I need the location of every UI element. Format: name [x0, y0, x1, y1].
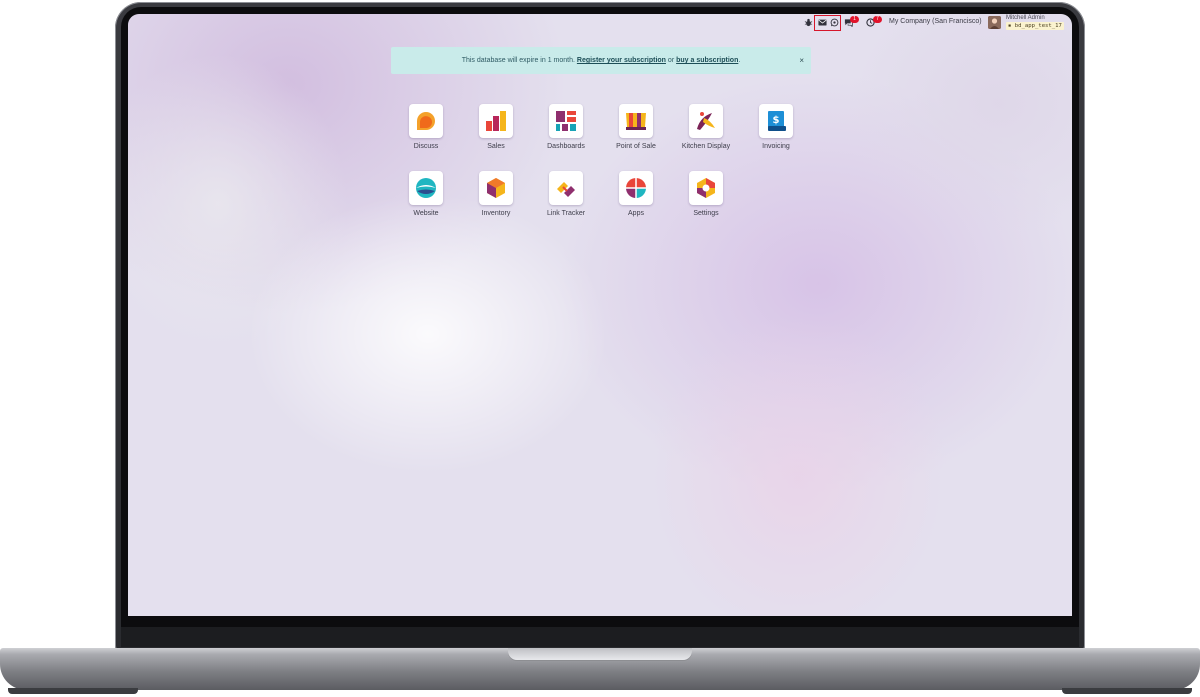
banner-text-or: or: [667, 57, 675, 64]
app-sales[interactable]: Sales: [465, 104, 527, 150]
app-label: Discuss: [413, 143, 439, 150]
company-switcher[interactable]: My Company (San Francisco): [889, 18, 982, 25]
close-banner-button[interactable]: ×: [799, 47, 804, 74]
laptop-foot: [1062, 688, 1192, 694]
app-label: Kitchen Display: [681, 143, 731, 150]
laptop-chin: [121, 627, 1079, 647]
laptop-foot: [8, 688, 138, 694]
app-label: Website: [413, 210, 439, 217]
avatar-image-icon: [988, 16, 1001, 29]
app-label: Invoicing: [762, 143, 790, 150]
app-label: Settings: [693, 210, 719, 217]
link-tracker-icon: [557, 182, 575, 197]
app-tile[interactable]: [409, 171, 443, 205]
app-link-tracker[interactable]: Link Tracker: [535, 171, 597, 217]
app-tile[interactable]: [479, 104, 513, 138]
app-discuss[interactable]: Discuss: [395, 104, 457, 150]
banner-period: .: [738, 57, 741, 64]
database-icon: ▪: [1008, 23, 1015, 29]
app-tile[interactable]: [689, 104, 723, 138]
app-tile[interactable]: $: [759, 104, 793, 138]
expiration-banner: This database will expire in 1 month. Re…: [391, 47, 811, 74]
register-subscription-link[interactable]: Register your subscription: [577, 57, 666, 64]
user-name[interactable]: Mitchell Admin: [1006, 15, 1045, 21]
svg-text:$: $: [773, 115, 780, 126]
app-label: Dashboards: [547, 143, 585, 150]
database-name: ▪ bd_app_test_17: [1006, 22, 1064, 30]
app-label: Point of Sale: [616, 143, 656, 150]
envelope-icon[interactable]: [818, 18, 827, 27]
app-label: Apps: [628, 210, 644, 217]
app-tile[interactable]: [409, 104, 443, 138]
app-invoicing[interactable]: $ Invoicing: [745, 104, 807, 150]
dashboards-icon: [556, 111, 576, 131]
app-apps[interactable]: Apps: [605, 171, 667, 217]
app-dashboards[interactable]: Dashboards: [535, 104, 597, 150]
wallpaper-shape: [648, 314, 948, 616]
whatsapp-icon[interactable]: [830, 18, 839, 27]
app-kitchen-display[interactable]: Kitchen Display: [675, 104, 737, 150]
settings-icon: [697, 178, 715, 198]
app-website[interactable]: Website: [395, 171, 457, 217]
app-tile[interactable]: [479, 171, 513, 205]
inventory-icon: [487, 178, 505, 198]
app-label: Inventory: [481, 210, 511, 217]
app-tile[interactable]: [689, 171, 723, 205]
wallpaper-shape: [248, 194, 608, 474]
database-label: bd_app_test_17: [1014, 23, 1062, 29]
avatar[interactable]: [988, 16, 1001, 29]
website-icon: [416, 178, 436, 198]
wallpaper-shape: [848, 14, 1072, 234]
wallpaper-shape: [128, 54, 348, 354]
top-navbar: 1 7 My Company (San Francisco) Mitchell …: [128, 14, 1072, 32]
app-settings[interactable]: Settings: [675, 171, 737, 217]
activity-badge: 7: [873, 16, 882, 23]
point-of-sale-icon: [626, 113, 646, 130]
invoicing-icon: $: [768, 111, 786, 131]
app-tile[interactable]: [549, 171, 583, 205]
app-tile[interactable]: [549, 104, 583, 138]
app-label: Sales: [487, 143, 505, 150]
app-tile[interactable]: [619, 171, 653, 205]
apps-icon: [626, 178, 646, 198]
laptop-notch: [508, 648, 692, 660]
banner-text: This database will expire in 1 month.: [461, 57, 575, 64]
kitchen-display-icon: [697, 112, 715, 130]
screen: 1 7 My Company (San Francisco) Mitchell …: [128, 14, 1072, 616]
buy-subscription-link[interactable]: buy a subscription: [676, 57, 738, 64]
app-point-of-sale[interactable]: Point of Sale: [605, 104, 667, 150]
app-tile[interactable]: [619, 104, 653, 138]
bug-icon[interactable]: [804, 18, 813, 27]
sales-icon: [486, 111, 506, 131]
discuss-icon: [417, 112, 435, 130]
app-inventory[interactable]: Inventory: [465, 171, 527, 217]
chat-badge: 1: [850, 16, 859, 23]
app-label: Link Tracker: [546, 210, 586, 217]
